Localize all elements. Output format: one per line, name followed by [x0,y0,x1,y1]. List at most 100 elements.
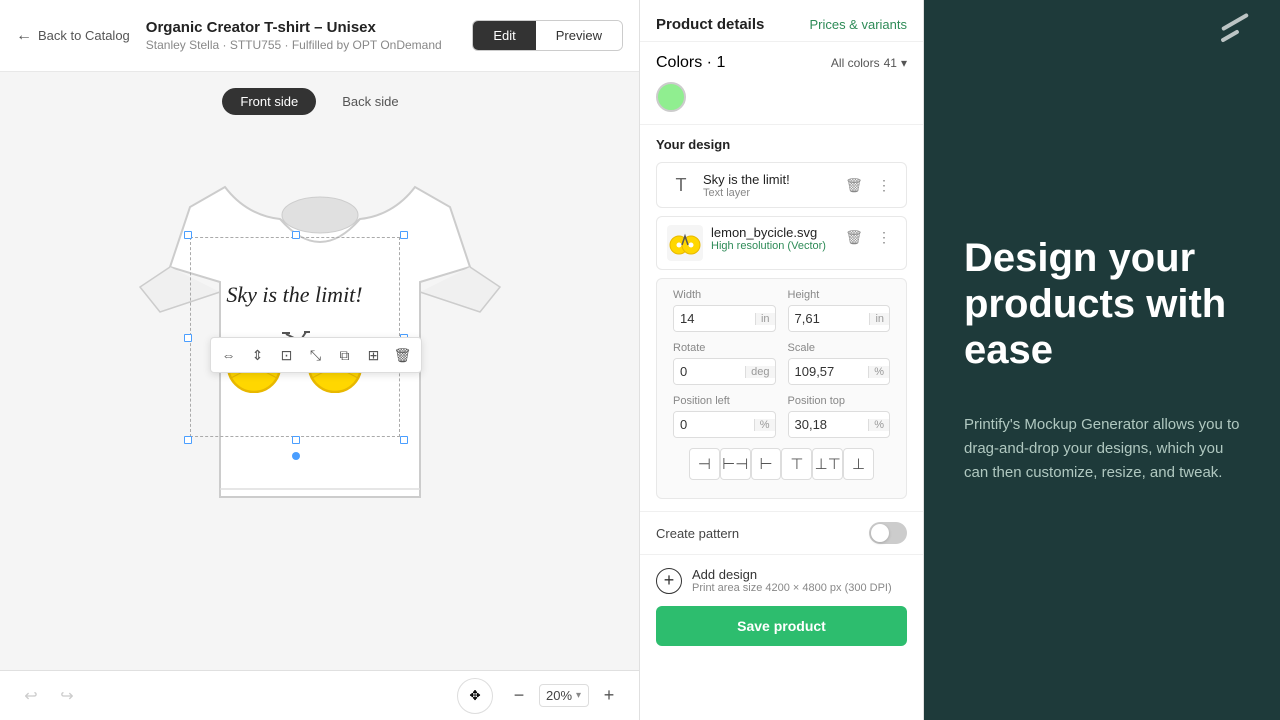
scale-label: Scale [788,342,891,354]
rotate-label: Rotate [673,342,776,354]
height-input-wrap: in [788,305,891,332]
product-title: Organic Creator T-shirt – Unisex [146,19,457,36]
text-layer-info: Sky is the limit! Text layer [703,172,834,199]
zoom-display[interactable]: 20% ▾ [539,684,589,707]
pos-top-group: Position top % [788,395,891,438]
svg-layer-info: lemon_bycicle.svg High resolution (Vecto… [711,225,834,252]
create-pattern-toggle[interactable] [869,522,907,544]
text-layer-item: T Sky is the limit! Text layer 🗑 ⋮ [656,162,907,208]
text-layer-sub: Text layer [703,187,834,199]
colors-row: Colors · 1 All colors 41 ▾ [656,54,907,72]
prices-variants-link[interactable]: Prices & variants [809,17,907,32]
align-center-h-button[interactable]: ⊢⊣ [720,448,751,480]
align-middle-v-button[interactable]: ⊥⊤ [812,448,843,480]
toolbar-crop[interactable]: ⊡ [274,342,300,368]
rotate-unit: deg [745,366,774,378]
all-colors-button[interactable]: All colors 41 ▾ [831,56,907,70]
deco-line-1 [1221,13,1249,31]
scale-input[interactable] [789,359,869,384]
align-left-button[interactable]: ⊣ [689,448,720,480]
svg-thumb-image [669,227,701,259]
toggle-knob [871,524,889,542]
create-pattern-label: Create pattern [656,526,739,541]
redo-button[interactable]: ↪ [52,681,82,711]
pos-left-unit: % [754,419,775,431]
position-row: Position left % Position top % [673,395,890,438]
toolbar-flip-h[interactable]: ⇔ [216,342,242,368]
image-properties: Width in Height in Rotate [656,278,907,499]
colors-count: 1 [716,54,725,71]
toolbar-expand[interactable]: ⤡ [303,342,329,368]
width-input-wrap: in [673,305,776,332]
back-side-tab[interactable]: Back side [324,88,416,115]
height-unit: in [869,313,889,325]
pos-left-group: Position left % [673,395,776,438]
zoom-out-button[interactable]: − [505,682,533,710]
pos-top-input[interactable] [789,412,869,437]
marketing-body: Printify's Mockup Generator allows you t… [964,413,1240,485]
toolbar-delete[interactable]: 🗑 [390,342,416,368]
preview-button[interactable]: Preview [536,21,622,50]
deco-line-2 [1220,29,1239,42]
undo-button[interactable]: ↩ [16,681,46,711]
toolbar-flip-v[interactable]: ⇕ [245,342,271,368]
zoom-in-button[interactable]: + [595,682,623,710]
bottom-toolbar: ↩ ↪ ✥ − 20% ▾ + [0,670,639,720]
color-swatch-green[interactable] [656,82,686,112]
front-side-tab[interactable]: Front side [222,88,316,115]
element-toolbar: ⇔ ⇕ ⊡ ⤡ ⧉ ⊞ 🗑 [210,337,422,373]
side-tabs: Front side Back side [222,88,416,115]
edit-button[interactable]: Edit [473,21,535,50]
align-buttons: ⊣ ⊢⊣ ⊢ ⊤ ⊥⊤ ⊥ [689,448,874,480]
align-bottom-button[interactable]: ⊥ [843,448,874,480]
svg-layer-name: lemon_bycicle.svg [711,225,834,240]
svg-layer-delete[interactable]: 🗑 [842,225,866,249]
text-layer-name: Sky is the limit! [703,172,834,187]
decorative-lines [1220,20,1250,44]
your-design-label: Your design [656,137,907,152]
pos-top-unit: % [868,419,889,431]
marketing-panel: Design your products with ease Printify'… [924,0,1280,720]
svg-layer-item: lemon_bycicle.svg High resolution (Vecto… [656,216,907,270]
svg-layer-actions: 🗑 ⋮ [842,225,896,249]
rotate-scale-row: Rotate deg Scale % [673,342,890,385]
add-design-info: Add design Print area size 4200 × 4800 p… [692,567,892,594]
svg-layer-more[interactable]: ⋮ [872,225,896,249]
product-details-panel: Product details Prices & variants Colors… [640,0,924,720]
toolbar-duplicate[interactable]: ⊞ [361,342,387,368]
height-label: Height [788,289,891,301]
product-details-title: Product details [656,16,764,33]
text-layer-delete[interactable]: 🗑 [842,173,866,197]
pos-left-input-wrap: % [673,411,776,438]
pos-left-input[interactable] [674,412,754,437]
text-layer-more[interactable]: ⋮ [872,173,896,197]
edit-preview-toggle: Edit Preview [472,20,623,51]
back-label: Back to Catalog [38,28,130,43]
create-pattern-row: Create pattern [640,511,923,554]
colors-section: Colors · 1 All colors 41 ▾ [640,42,923,125]
width-group: Width in [673,289,776,332]
add-design-row[interactable]: + Add design Print area size 4200 × 4800… [640,554,923,606]
sky-text: Sky is the limit! [226,281,362,310]
width-label: Width [673,289,776,301]
text-layer-actions: 🗑 ⋮ [842,173,896,197]
product-subtitle: Stanley Stella · STTU755 · Fulfilled by … [146,38,457,52]
tshirt-preview: Sky is the limit! [130,127,510,547]
move-tool-button[interactable]: ✥ [457,678,493,714]
pos-left-label: Position left [673,395,776,407]
colors-label: Colors · 1 [656,54,725,72]
product-info: Organic Creator T-shirt – Unisex Stanley… [146,19,457,52]
width-input[interactable] [674,306,755,331]
align-top-button[interactable]: ⊤ [781,448,812,480]
rotate-group: Rotate deg [673,342,776,385]
toolbar-copy[interactable]: ⧉ [332,342,358,368]
back-arrow-icon: ← [16,27,32,45]
align-right-button[interactable]: ⊢ [751,448,782,480]
back-to-catalog-link[interactable]: ← Back to Catalog [16,27,130,45]
height-input[interactable] [789,306,870,331]
chevron-down-icon: ▾ [901,56,907,70]
rotate-input[interactable] [674,359,745,384]
rotate-input-wrap: deg [673,358,776,385]
text-layer-icon: T [667,171,695,199]
save-product-button[interactable]: Save product [656,606,907,646]
